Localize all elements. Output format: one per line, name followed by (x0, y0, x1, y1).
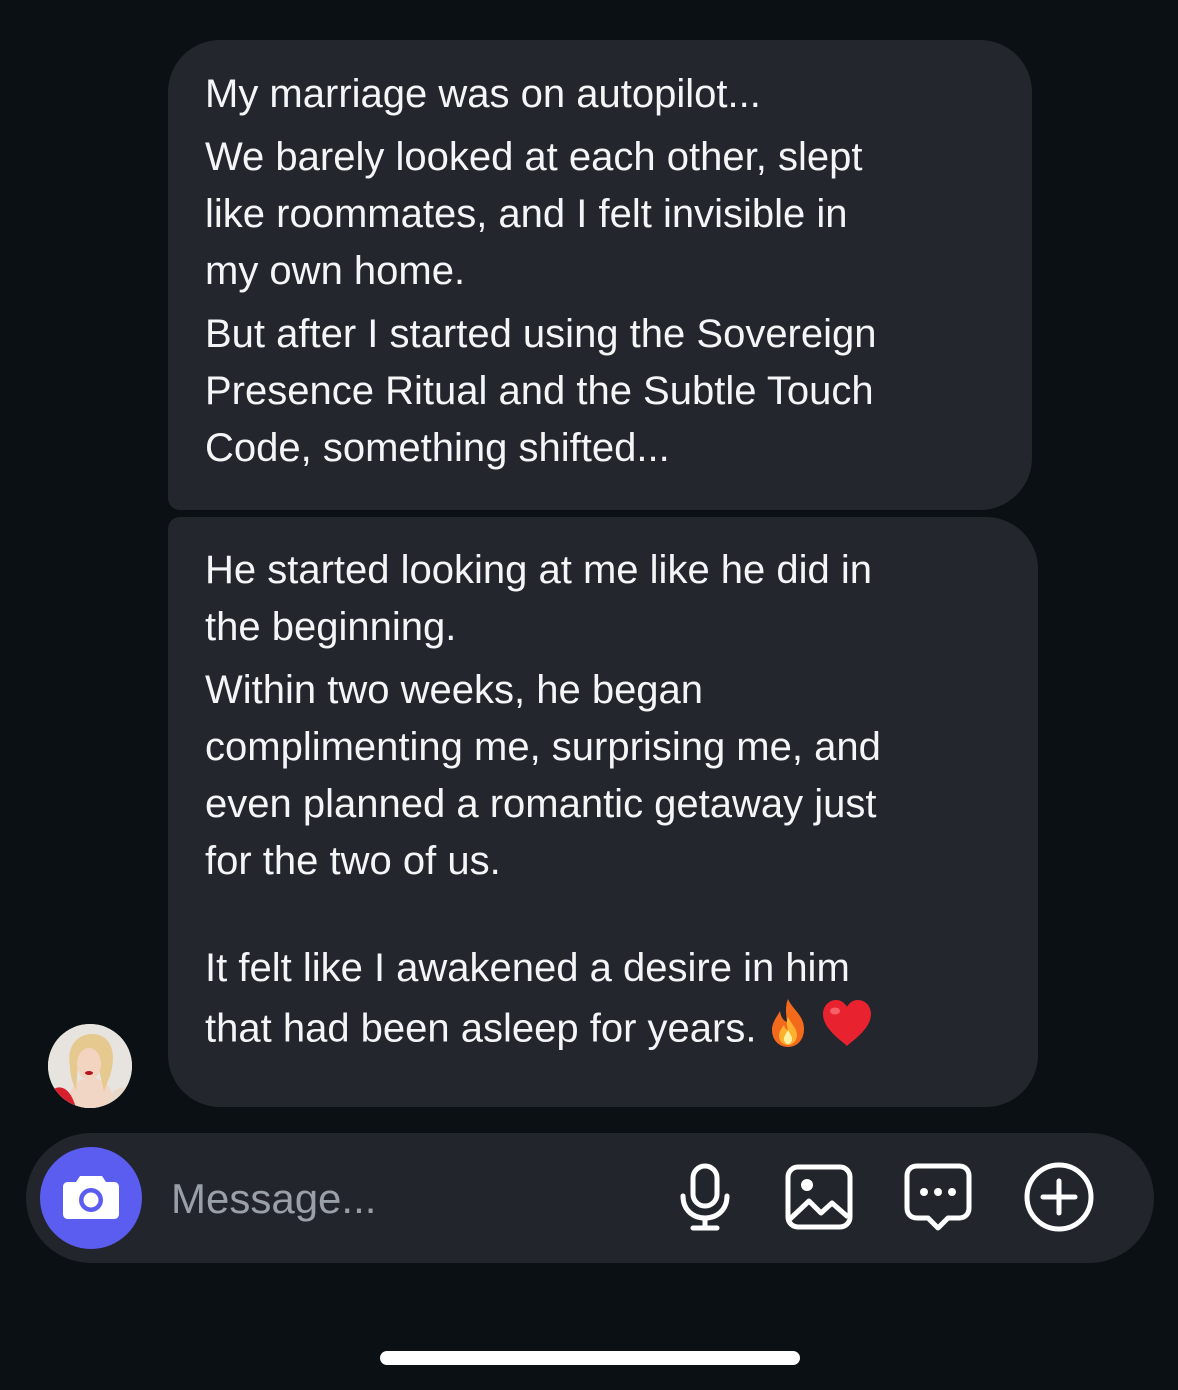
home-indicator[interactable] (380, 1351, 800, 1365)
message-text: But after I started using the Sovereign … (205, 312, 877, 470)
message-input[interactable] (169, 1133, 653, 1265)
heart-icon (820, 998, 874, 1064)
chat-screen: My marriage was on autopilot... We barel… (0, 0, 1178, 1390)
gallery-button[interactable] (783, 1163, 855, 1235)
message-composer (26, 1133, 1154, 1265)
plus-circle-icon (1023, 1161, 1095, 1238)
message-text: He started looking at me like he did in … (205, 548, 873, 649)
more-options-button[interactable] (1023, 1161, 1095, 1238)
message-text-final: It felt like I awakened a desire in him … (205, 940, 1008, 1065)
camera-button[interactable] (40, 1147, 142, 1249)
fire-icon (764, 997, 812, 1065)
message-text: It felt like I awakened a desire in him … (205, 946, 850, 1051)
camera-icon (62, 1172, 120, 1225)
message-text: My marriage was on autopilot... (205, 72, 761, 116)
microphone-icon (678, 1163, 732, 1236)
sticker-button[interactable] (902, 1163, 974, 1235)
message-bubble[interactable]: My marriage was on autopilot... We barel… (168, 40, 1032, 510)
avatar[interactable] (48, 1024, 132, 1108)
image-icon (785, 1164, 853, 1235)
microphone-button[interactable] (669, 1163, 741, 1235)
message-text: We barely looked at each other, slept li… (205, 135, 863, 293)
message-bubble[interactable]: He started looking at me like he did in … (168, 517, 1038, 1107)
message-text: Within two weeks, he began complimenting… (205, 668, 881, 883)
sticker-chat-icon (904, 1163, 972, 1236)
